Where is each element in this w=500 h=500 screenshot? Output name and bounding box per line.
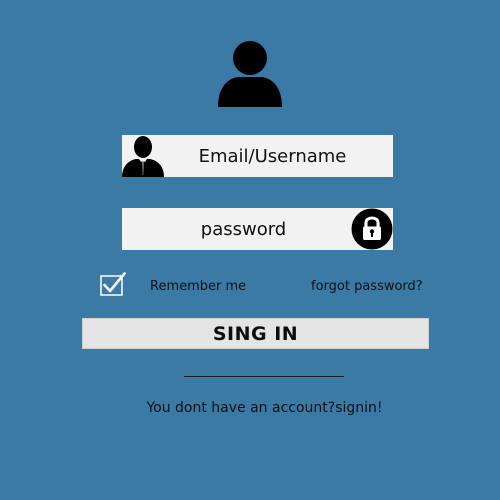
- email-field[interactable]: [122, 135, 393, 177]
- forgot-password-link[interactable]: forgot password?: [311, 279, 423, 294]
- divider: [184, 376, 344, 377]
- email-input[interactable]: [122, 135, 393, 177]
- signup-prompt-link[interactable]: You dont have an account?signin!: [0, 400, 500, 416]
- remember-me-checkbox[interactable]: [100, 272, 126, 296]
- password-field[interactable]: [122, 208, 393, 250]
- sign-in-button[interactable]: SING IN: [82, 318, 429, 349]
- user-avatar-icon: [216, 41, 284, 107]
- remember-me-label: Remember me: [150, 279, 247, 294]
- lock-icon: [351, 208, 393, 250]
